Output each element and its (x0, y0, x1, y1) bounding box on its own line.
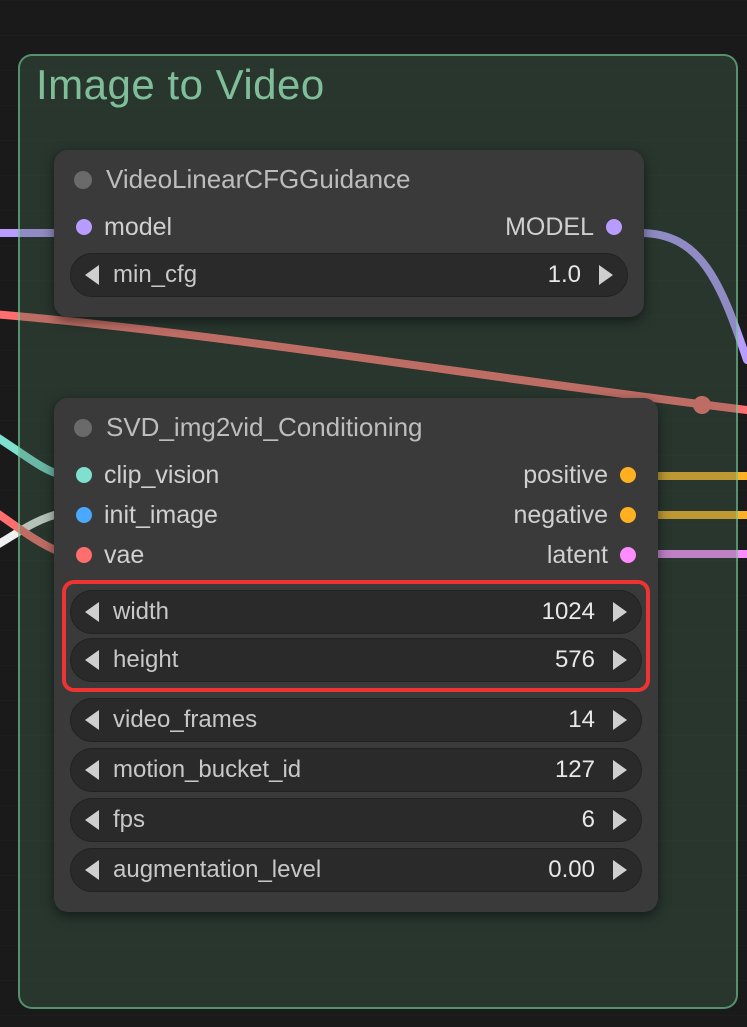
node-header[interactable]: SVD_img2vid_Conditioning (54, 398, 658, 455)
port-row-vae-latent: vae latent (54, 535, 658, 575)
node-title: VideoLinearCFGGuidance (106, 164, 410, 195)
group-title: Image to Video (36, 61, 325, 109)
increment-icon[interactable] (613, 810, 627, 830)
input-port-init-image[interactable] (76, 507, 92, 523)
input-label: vae (104, 541, 144, 570)
node-svd-img2vid-conditioning[interactable]: SVD_img2vid_Conditioning clip_vision pos… (54, 398, 658, 912)
widget-width[interactable]: width 1024 (70, 590, 642, 634)
decrement-icon[interactable] (85, 810, 99, 830)
widget-value[interactable]: 6 (582, 806, 595, 834)
widget-height[interactable]: height 576 (70, 638, 642, 682)
widget-label: fps (113, 806, 145, 834)
node-video-linear-cfg-guidance[interactable]: VideoLinearCFGGuidance model MODEL min_c… (54, 150, 644, 317)
port-row-clipvision-positive: clip_vision positive (54, 455, 658, 495)
decrement-icon[interactable] (85, 760, 99, 780)
port-row-model: model MODEL (54, 207, 644, 247)
increment-icon[interactable] (613, 650, 627, 670)
highlight-width-height: width 1024 height 576 (62, 580, 650, 692)
decrement-icon[interactable] (85, 710, 99, 730)
output-port-positive[interactable] (620, 467, 636, 483)
input-port-clip-vision[interactable] (76, 467, 92, 483)
increment-icon[interactable] (613, 860, 627, 880)
input-label: init_image (104, 501, 218, 530)
decrement-icon[interactable] (85, 265, 99, 285)
node-title: SVD_img2vid_Conditioning (106, 412, 423, 443)
output-port-latent[interactable] (620, 547, 636, 563)
widget-label: height (113, 646, 178, 674)
increment-icon[interactable] (599, 265, 613, 285)
widget-label: video_frames (113, 706, 257, 734)
collapse-dot-icon[interactable] (74, 419, 92, 437)
output-label: negative (513, 501, 608, 530)
widget-fps[interactable]: fps 6 (70, 798, 642, 842)
decrement-icon[interactable] (85, 860, 99, 880)
decrement-icon[interactable] (85, 650, 99, 670)
output-port-negative[interactable] (620, 507, 636, 523)
node-header[interactable]: VideoLinearCFGGuidance (54, 150, 644, 207)
widget-value[interactable]: 0.00 (548, 856, 595, 884)
output-label: MODEL (505, 213, 594, 242)
widget-value[interactable]: 576 (555, 646, 595, 674)
widget-value[interactable]: 127 (555, 756, 595, 784)
widget-value[interactable]: 1024 (542, 598, 595, 626)
collapse-dot-icon[interactable] (74, 171, 92, 189)
widget-label: motion_bucket_id (113, 756, 301, 784)
input-label: clip_vision (104, 461, 219, 490)
increment-icon[interactable] (613, 710, 627, 730)
output-label: positive (523, 461, 608, 490)
widget-label: min_cfg (113, 261, 197, 289)
increment-icon[interactable] (613, 602, 627, 622)
output-label: latent (547, 541, 608, 570)
widget-video-frames[interactable]: video_frames 14 (70, 698, 642, 742)
output-port-model[interactable] (606, 219, 622, 235)
widget-min-cfg[interactable]: min_cfg 1.0 (70, 253, 628, 297)
increment-icon[interactable] (613, 760, 627, 780)
input-port-vae[interactable] (76, 547, 92, 563)
widget-value[interactable]: 14 (568, 706, 595, 734)
widget-label: augmentation_level (113, 856, 321, 884)
input-port-model[interactable] (76, 219, 92, 235)
decrement-icon[interactable] (85, 602, 99, 622)
widget-value[interactable]: 1.0 (548, 261, 581, 289)
input-label: model (104, 213, 172, 242)
widget-label: width (113, 598, 169, 626)
widget-augmentation-level[interactable]: augmentation_level 0.00 (70, 848, 642, 892)
port-row-initimage-negative: init_image negative (54, 495, 658, 535)
widget-motion-bucket-id[interactable]: motion_bucket_id 127 (70, 748, 642, 792)
